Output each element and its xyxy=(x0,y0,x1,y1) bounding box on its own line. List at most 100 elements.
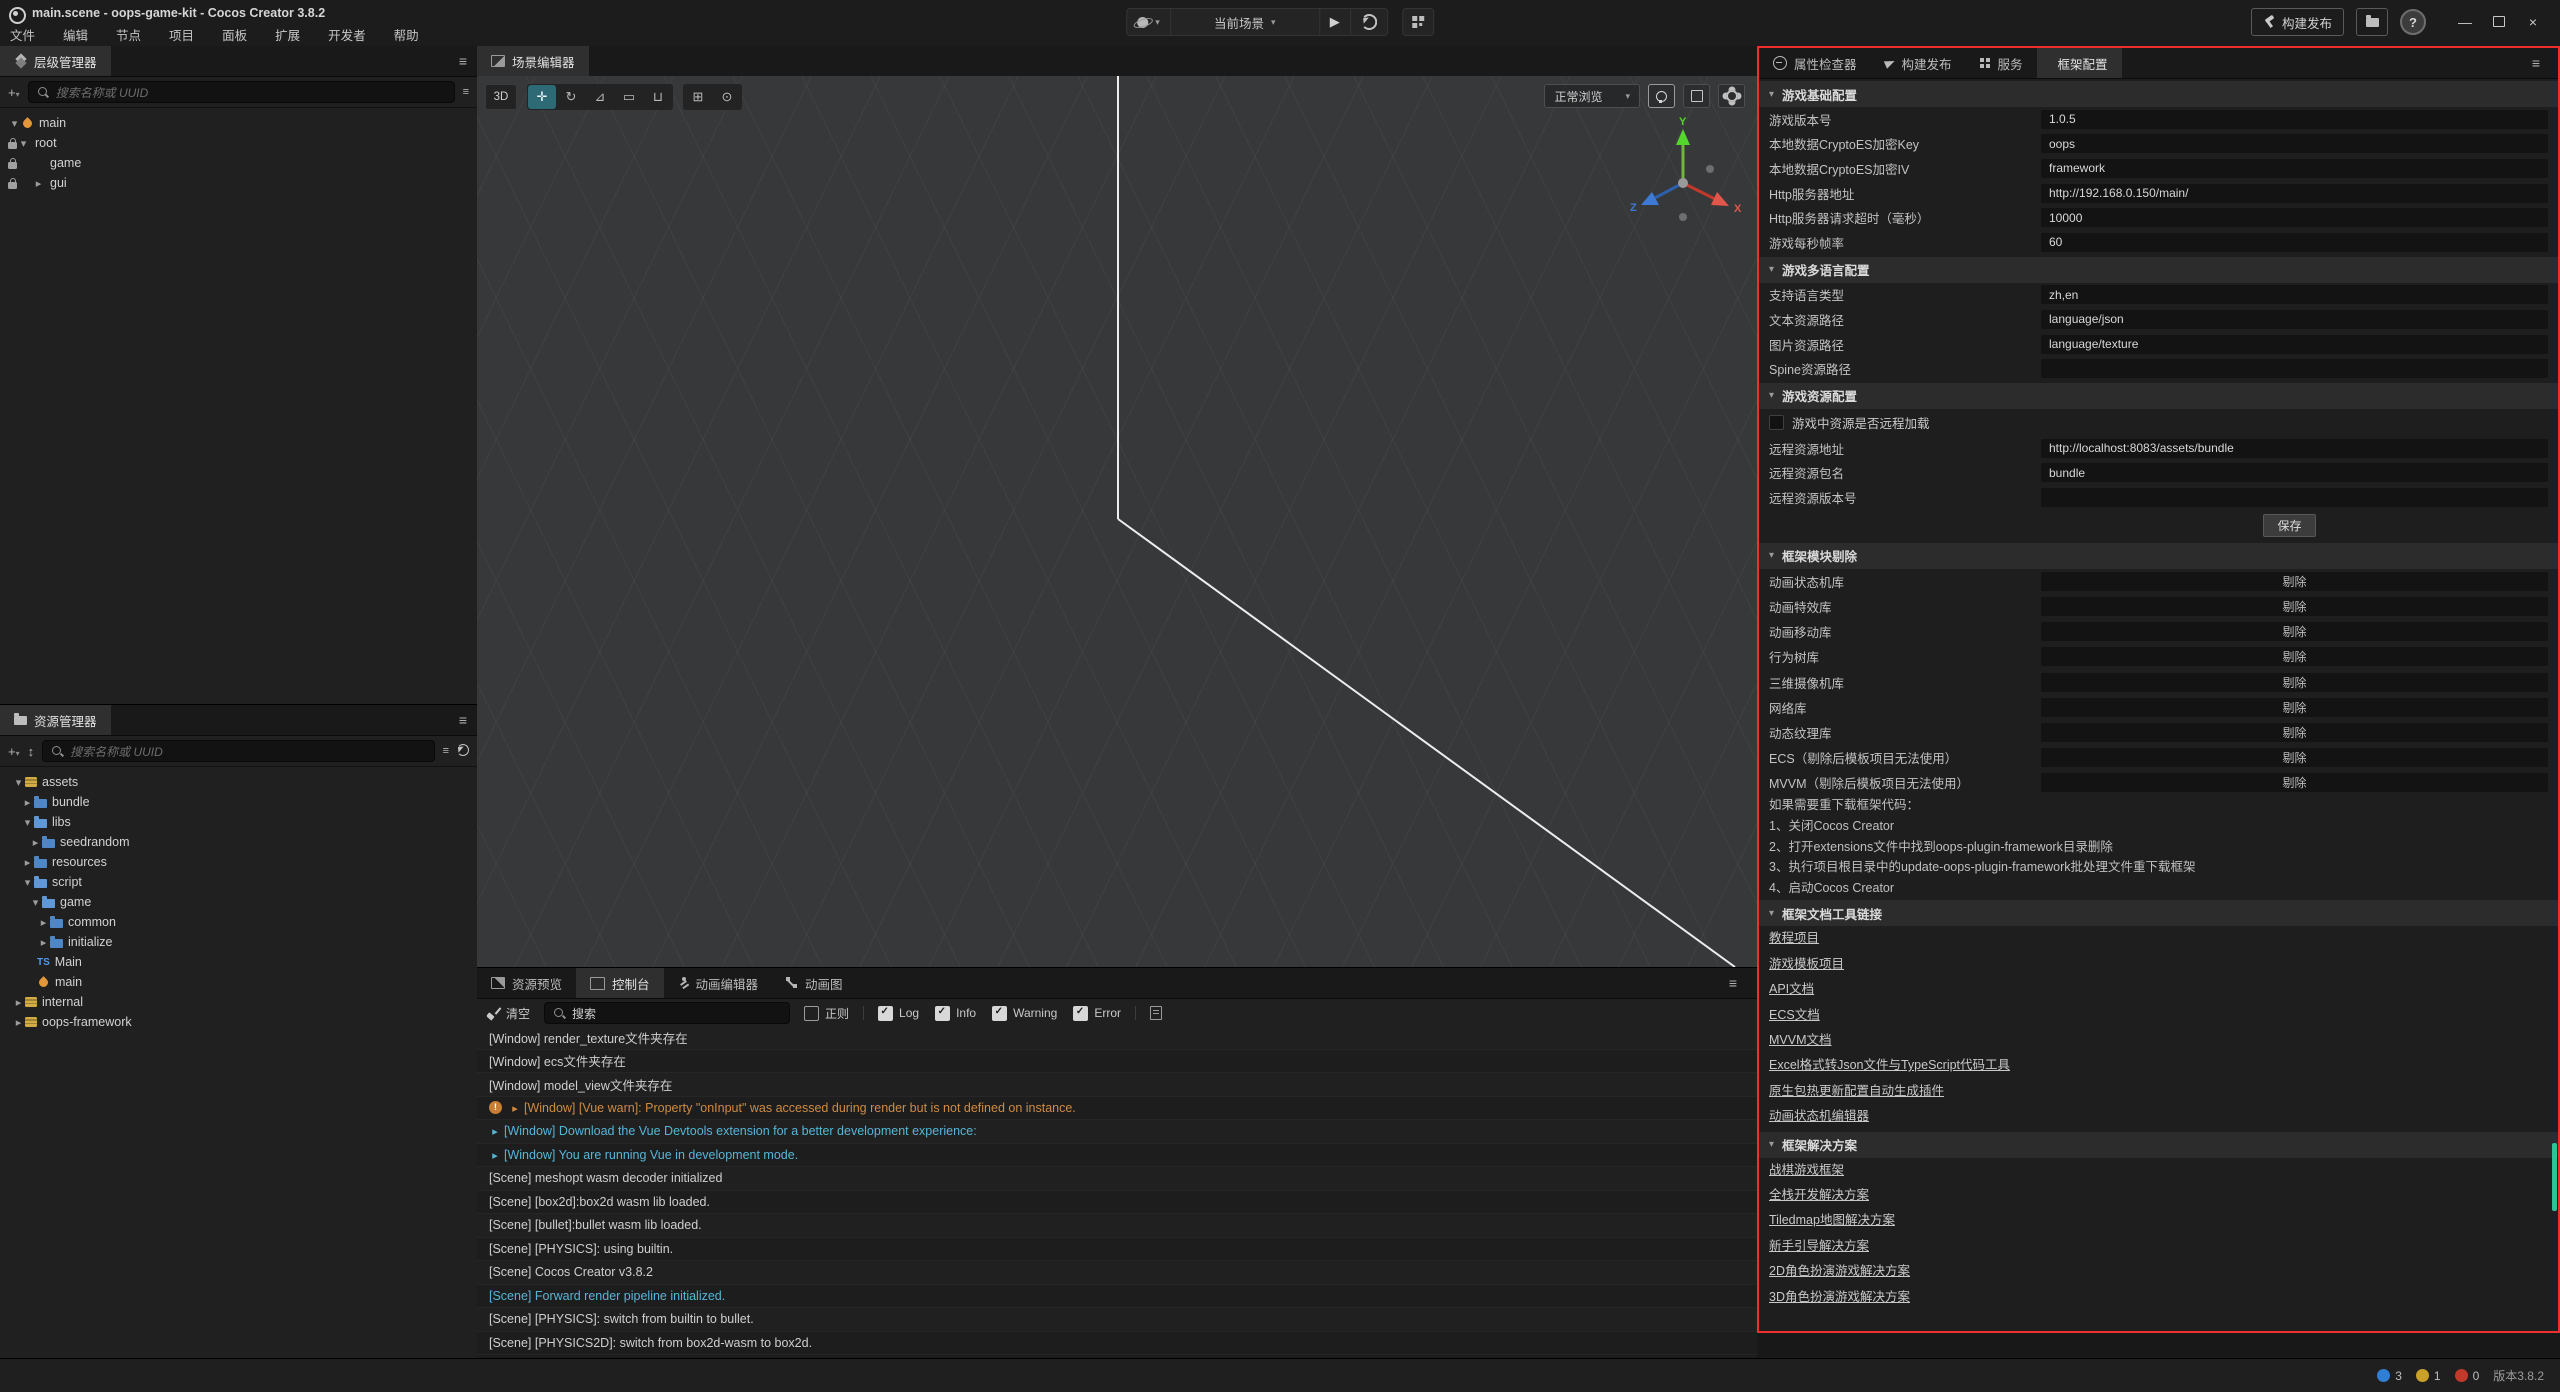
asset-chevron-icon[interactable] xyxy=(12,775,25,789)
scale-tool-button[interactable]: ⊿ xyxy=(586,85,614,109)
maximize-button[interactable] xyxy=(2482,14,2516,30)
console-log-row[interactable]: [Scene] [PHYSICS]: switch from builtin t… xyxy=(477,1308,1757,1332)
move-tool-button[interactable]: ✛ xyxy=(528,85,556,109)
asset-chevron-icon[interactable] xyxy=(21,875,34,889)
field-input[interactable] xyxy=(2041,359,2548,378)
console-log-row[interactable]: [Scene] [PHYSICS]: using builtin. xyxy=(477,1238,1757,1262)
hierarchy-menu-icon[interactable]: ≡ xyxy=(459,53,467,69)
module-remove-button[interactable]: 剔除 xyxy=(2041,622,2548,641)
section-solutions[interactable]: ▾ 框架解决方案 xyxy=(1759,1132,2558,1158)
solution-link[interactable]: Tiledmap地图解决方案 xyxy=(1769,1213,1895,1227)
inspector-scrollbar-thumb[interactable] xyxy=(2552,1143,2557,1211)
asset-node-row[interactable]: assets xyxy=(0,772,477,792)
export-log-icon[interactable] xyxy=(1150,1006,1162,1020)
asset-node-row[interactable]: Main xyxy=(0,952,477,972)
field-input[interactable]: bundle xyxy=(2041,463,2548,482)
tab-scene-editor[interactable]: 场景编辑器 xyxy=(477,46,589,76)
section-doc-links[interactable]: ▾ 框架文档工具链接 xyxy=(1759,900,2558,926)
node-chevron-icon[interactable] xyxy=(17,136,30,150)
filter-checkbox-box[interactable] xyxy=(878,1006,893,1021)
error-count-badge[interactable]: 0 xyxy=(2455,1369,2480,1383)
create-asset-button[interactable]: +▾ xyxy=(8,744,20,759)
solution-link[interactable]: 战棋游戏框架 xyxy=(1769,1163,1844,1177)
inspector-tab[interactable]: 框架配置 xyxy=(2037,48,2122,78)
assets-menu-icon[interactable]: ≡ xyxy=(459,712,467,728)
log-expand-icon[interactable] xyxy=(489,1124,501,1138)
minimize-button[interactable]: — xyxy=(2448,14,2482,30)
hierarchy-node-row[interactable]: root xyxy=(0,133,477,153)
console-tab[interactable]: 控制台 xyxy=(576,968,664,998)
console-search-input[interactable]: 搜索 xyxy=(544,1002,790,1024)
asset-chevron-icon[interactable] xyxy=(29,835,42,849)
asset-node-row[interactable]: game xyxy=(0,892,477,912)
asset-node-row[interactable]: internal xyxy=(0,992,477,1012)
field-input[interactable]: language/texture xyxy=(2041,335,2548,354)
hierarchy-node-row[interactable]: game xyxy=(0,153,477,173)
view-mode-dropdown[interactable]: 正常浏览 ▾ xyxy=(1544,84,1640,108)
open-project-folder-button[interactable] xyxy=(2356,8,2388,36)
console-menu-icon[interactable]: ≡ xyxy=(1729,975,1737,991)
info-count-badge[interactable]: 3 xyxy=(2377,1369,2402,1383)
field-input[interactable]: http://192.168.0.150/main/ xyxy=(2041,184,2548,203)
asset-chevron-icon[interactable] xyxy=(21,795,34,809)
console-log-row[interactable]: [Window] You are running Vue in developm… xyxy=(477,1144,1757,1168)
console-log-row[interactable]: [Scene] Forward render pipeline initiali… xyxy=(477,1285,1757,1309)
field-input[interactable]: 60 xyxy=(2041,233,2548,252)
inspector-tab[interactable]: 服务 xyxy=(1966,48,2037,78)
snap-pivot-button[interactable]: ⊞ xyxy=(684,85,712,109)
reload-button[interactable] xyxy=(1351,9,1387,35)
asset-chevron-icon[interactable] xyxy=(12,995,25,1009)
hierarchy-node-row[interactable]: main xyxy=(0,113,477,133)
node-lock-or-expand-icon[interactable] xyxy=(8,162,17,169)
filter-checkbox-box[interactable] xyxy=(935,1006,950,1021)
console-log-row[interactable]: [Scene] [bullet]:bullet wasm lib loaded. xyxy=(477,1214,1757,1238)
assets-refresh-icon[interactable] xyxy=(457,744,469,759)
node-lock-or-expand-icon[interactable] xyxy=(8,116,21,130)
doc-link[interactable]: Excel格式转Json文件与TypeScript代码工具 xyxy=(1769,1058,2010,1072)
asset-node-row[interactable]: main xyxy=(0,972,477,992)
field-input[interactable] xyxy=(2041,488,2548,507)
menu-item[interactable]: 面板 xyxy=(222,25,247,44)
console-log-row[interactable]: [Window] render_texture文件夹存在 xyxy=(477,1026,1757,1050)
remote-load-checkbox[interactable] xyxy=(1769,415,1784,430)
console-log-row[interactable]: [Window] Download the Vue Devtools exten… xyxy=(477,1120,1757,1144)
log-expand-icon[interactable] xyxy=(489,1148,501,1162)
play-button[interactable]: ▶ xyxy=(1320,9,1351,35)
solution-link[interactable]: 2D角色扮演游戏解决方案 xyxy=(1769,1264,1910,1278)
menu-item[interactable]: 项目 xyxy=(169,25,194,44)
module-remove-button[interactable]: 剔除 xyxy=(2041,723,2548,742)
console-log-row[interactable]: [Scene] [box2d]:box2d wasm lib loaded. xyxy=(477,1191,1757,1215)
assets-filter-icon[interactable]: ≡ xyxy=(443,745,449,757)
toggle-3d-button[interactable]: 3D xyxy=(485,84,517,110)
console-tab[interactable]: 资源预览 xyxy=(477,968,576,998)
hierarchy-node-row[interactable]: gui xyxy=(0,173,477,193)
log-filter-checkbox[interactable]: Info xyxy=(935,1006,976,1021)
warning-count-badge[interactable]: 1 xyxy=(2416,1369,2441,1383)
section-game-resources[interactable]: ▾ 游戏资源配置 xyxy=(1759,383,2558,409)
hierarchy-collapse-all-icon[interactable]: ≡ xyxy=(463,86,469,98)
module-remove-button[interactable]: 剔除 xyxy=(2041,647,2548,666)
console-tab[interactable]: 动画编辑器 xyxy=(664,968,773,998)
doc-link[interactable]: 动画状态机编辑器 xyxy=(1769,1109,1869,1123)
module-remove-button[interactable]: 剔除 xyxy=(2041,673,2548,692)
asset-chevron-icon[interactable] xyxy=(21,855,34,869)
module-remove-button[interactable]: 剔除 xyxy=(2041,748,2548,767)
asset-node-row[interactable]: libs xyxy=(0,812,477,832)
module-remove-button[interactable]: 剔除 xyxy=(2041,773,2548,792)
doc-link[interactable]: 游戏模板项目 xyxy=(1769,957,1844,971)
field-input[interactable]: 1.0.5 xyxy=(2041,110,2548,129)
asset-chevron-icon[interactable] xyxy=(37,915,50,929)
scene-viewport[interactable]: 3D ✛ ↻ ⊿ ▭ ⊔ ⊞ ⊙ 正常浏览 ▾ xyxy=(477,76,1757,967)
log-filter-checkbox[interactable]: Warning xyxy=(992,1006,1057,1021)
asset-node-row[interactable]: script xyxy=(0,872,477,892)
field-input[interactable]: framework xyxy=(2041,159,2548,178)
section-game-i18n[interactable]: ▾ 游戏多语言配置 xyxy=(1759,257,2558,283)
asset-node-row[interactable]: bundle xyxy=(0,792,477,812)
asset-chevron-icon[interactable] xyxy=(12,1015,25,1029)
section-game-basic[interactable]: ▾ 游戏基础配置 xyxy=(1759,81,2558,107)
scene-select-dropdown[interactable]: 当前场景▾ xyxy=(1171,9,1320,35)
help-button[interactable]: ? xyxy=(2400,9,2426,35)
log-filter-checkbox[interactable]: Error xyxy=(1073,1006,1121,1021)
regex-checkbox-box[interactable] xyxy=(804,1006,819,1021)
log-expand-icon[interactable] xyxy=(509,1101,521,1115)
